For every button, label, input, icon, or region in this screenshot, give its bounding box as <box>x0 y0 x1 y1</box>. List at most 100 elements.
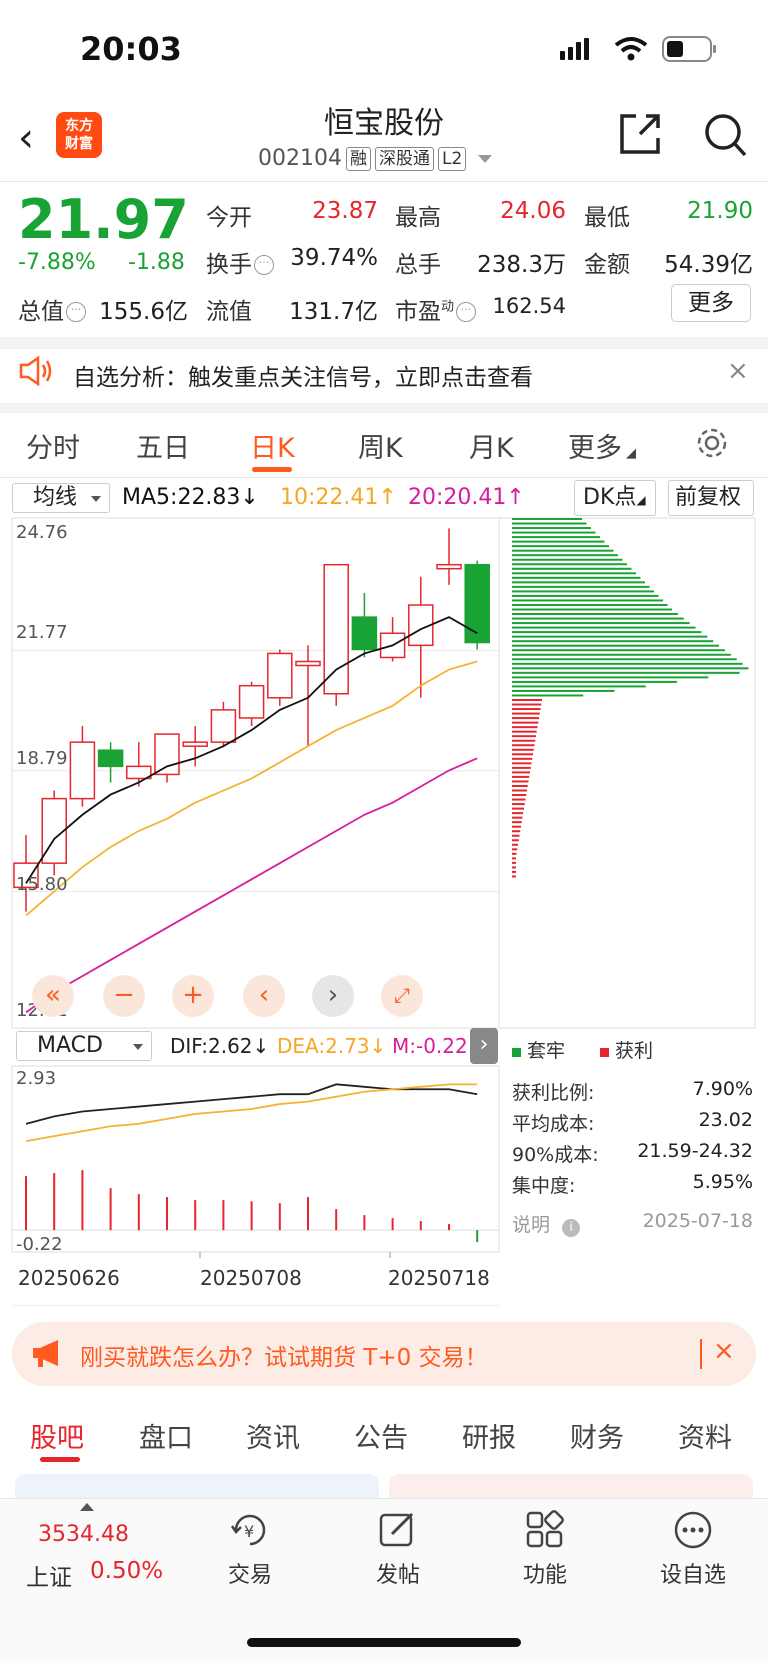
nav-trade[interactable]: 交易 <box>210 1557 290 1589</box>
candle-body <box>182 741 208 747</box>
chip-bar <box>512 554 618 557</box>
tab-profile[interactable]: 资料 <box>678 1416 732 1455</box>
candle-body <box>126 765 152 780</box>
chip-bar <box>512 563 627 566</box>
chip-bar <box>512 771 530 774</box>
divider <box>0 403 768 413</box>
legend-profit: 获利 <box>600 1036 653 1063</box>
chip-bar <box>512 576 641 579</box>
chip-bar <box>512 735 536 738</box>
concentration-label: 集中度: <box>512 1175 576 1197</box>
volume-label: 总手 <box>395 252 441 278</box>
share-icon[interactable] <box>618 112 662 156</box>
chip-bar <box>512 825 521 828</box>
macd-bar <box>109 1188 112 1231</box>
tab-more[interactable]: 更多 ◢ <box>568 426 636 465</box>
chip-bar <box>512 708 541 711</box>
cost90-label: 90%成本: <box>512 1144 599 1166</box>
chip-bar <box>512 590 654 593</box>
promo-text[interactable]: 刚买就跌怎么办？试试期货 T+0 交易！ <box>80 1338 488 1372</box>
index-change[interactable]: 0.50% <box>90 1558 163 1584</box>
chip-bar <box>512 712 540 715</box>
dea-line <box>25 1083 478 1142</box>
zoom-in-icon[interactable]: + <box>172 975 214 1017</box>
chip-bar <box>512 807 524 810</box>
chip-bar <box>512 766 531 769</box>
nav-add-watchlist[interactable]: 设自选 <box>650 1557 736 1589</box>
chip-bar <box>512 540 605 543</box>
open-label: 今开 <box>206 205 252 231</box>
tab-monthly-k[interactable]: 月K <box>469 426 514 465</box>
macd-bar <box>53 1173 56 1231</box>
nav-post[interactable]: 发帖 <box>358 1557 438 1589</box>
chevron-left-icon[interactable]: ‹ <box>243 975 285 1017</box>
divider <box>0 337 768 349</box>
tab-daily-k[interactable]: 日K <box>250 426 295 465</box>
chevron-up-icon[interactable] <box>80 1503 94 1511</box>
x-tick-label: 20250718 <box>388 1266 490 1290</box>
x-tick-label: 20250626 <box>18 1266 120 1290</box>
macd-select[interactable]: MACD <box>16 1031 152 1061</box>
chip-panel-frame <box>498 517 756 1029</box>
tab-weekly-k[interactable]: 周K <box>358 426 403 465</box>
search-icon[interactable] <box>703 112 747 158</box>
pe-value: 162.54 <box>492 294 566 318</box>
divider <box>0 477 768 478</box>
apps-icon[interactable] <box>525 1510 565 1550</box>
tab-announcements[interactable]: 公告 <box>354 1416 408 1455</box>
macd-tick-label: -0.22 <box>16 1234 63 1255</box>
collapse-icon[interactable]: « <box>32 975 74 1017</box>
macd-panel-frame <box>11 1065 500 1253</box>
ma-select[interactable]: 均线 <box>12 483 110 513</box>
macd-bar <box>307 1197 309 1231</box>
tab-research[interactable]: 研报 <box>462 1416 516 1455</box>
post-icon[interactable] <box>378 1510 418 1550</box>
nav-functions[interactable]: 功能 <box>505 1557 585 1589</box>
index-value[interactable]: 3534.48 <box>38 1522 129 1547</box>
more-button[interactable]: 更多 <box>671 284 751 322</box>
tab-news[interactable]: 资讯 <box>246 1416 300 1455</box>
chip-bar <box>512 875 516 878</box>
analysis-banner[interactable]: 自选分析：触发重点关注信号，立即点击查看 <box>73 358 533 392</box>
close-icon[interactable]: × <box>713 1336 735 1366</box>
expand-panel-button[interactable]: › <box>470 1028 498 1064</box>
chip-bar <box>512 667 749 670</box>
tab-finance[interactable]: 财务 <box>570 1416 624 1455</box>
status-time: 20:03 <box>80 30 182 68</box>
low-label: 最低 <box>584 205 630 231</box>
tab-forum[interactable]: 股吧 <box>30 1416 84 1455</box>
dif-value: DIF:2.62↓ <box>170 1034 270 1058</box>
chip-bar <box>512 721 539 724</box>
zoom-out-icon[interactable]: − <box>103 975 145 1017</box>
adjust-button[interactable]: 前复权 <box>668 480 754 516</box>
tab-orderbook[interactable]: 盘口 <box>139 1416 193 1455</box>
dk-point-button[interactable]: DK点◢ <box>574 480 656 516</box>
kline-chart[interactable] <box>0 516 768 1306</box>
chip-bar <box>512 522 587 525</box>
chip-bar <box>512 689 615 692</box>
stock-code-row[interactable]: 002104 融 深股通 L2 <box>258 146 493 171</box>
index-name[interactable]: 上证 <box>26 1558 72 1592</box>
tab-five-day[interactable]: 五日 <box>136 426 190 465</box>
candle-body <box>238 684 265 719</box>
tab-intraday[interactable]: 分时 <box>26 426 80 465</box>
close-icon[interactable]: × <box>727 356 749 386</box>
chevron-right-icon[interactable]: › <box>312 975 354 1017</box>
ma10-value: 10:22.41↑ <box>280 485 397 510</box>
gear-icon[interactable] <box>695 426 729 460</box>
trade-icon[interactable]: ¥ <box>228 1510 272 1550</box>
macd-bar <box>250 1201 253 1231</box>
macd-bar <box>448 1224 450 1231</box>
ma5-value: MA5:22.83↓ <box>122 485 259 510</box>
more-dots-icon[interactable] <box>673 1510 713 1550</box>
info-icon: ··· <box>456 302 477 322</box>
y-tick-label: 24.76 <box>16 522 68 543</box>
change-amount: -1.88 <box>128 250 185 275</box>
legend-trapped: 套牢 <box>512 1036 565 1063</box>
fullscreen-icon[interactable]: ⤢ <box>381 975 423 1017</box>
macd-bar <box>166 1197 168 1231</box>
chip-bar <box>512 676 709 679</box>
note-link[interactable]: 说明 i <box>512 1210 581 1237</box>
macd-bar <box>419 1221 422 1231</box>
tag-connect: 深股通 <box>374 146 434 171</box>
